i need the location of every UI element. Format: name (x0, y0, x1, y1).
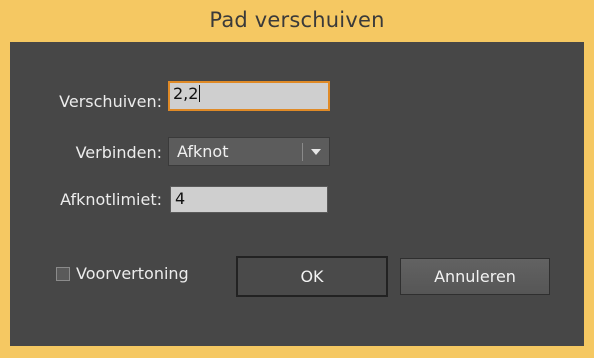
offset-path-dialog: Pad verschuiven Verschuiven: 2,2 Verbind… (0, 0, 594, 358)
title-bar[interactable]: Pad verschuiven (0, 0, 594, 40)
miter-limit-input[interactable]: 4 (170, 186, 328, 213)
miter-limit-value: 4 (175, 189, 186, 208)
joins-select[interactable]: Afknot (168, 137, 330, 166)
ok-button[interactable]: OK (236, 256, 388, 297)
preview-label: Voorvertoning (76, 264, 189, 283)
chevron-down-icon[interactable] (303, 148, 329, 156)
offset-value: 2,2 (173, 84, 199, 103)
joins-selected-value: Afknot (177, 142, 229, 161)
joins-label: Verbinden: (75, 143, 162, 162)
dialog-title: Pad verschuiven (209, 8, 385, 32)
offset-label: Verschuiven: (59, 92, 162, 111)
miter-limit-label: Afknotlimiet: (60, 190, 162, 209)
dialog-panel: Verschuiven: 2,2 Verbinden: Afknot Afkno… (10, 42, 584, 346)
text-caret (199, 85, 201, 102)
cancel-button[interactable]: Annuleren (400, 258, 550, 295)
preview-checkbox[interactable] (56, 266, 70, 281)
offset-input[interactable]: 2,2 (168, 81, 330, 111)
preview-checkbox-row[interactable]: Voorvertoning (56, 264, 189, 283)
